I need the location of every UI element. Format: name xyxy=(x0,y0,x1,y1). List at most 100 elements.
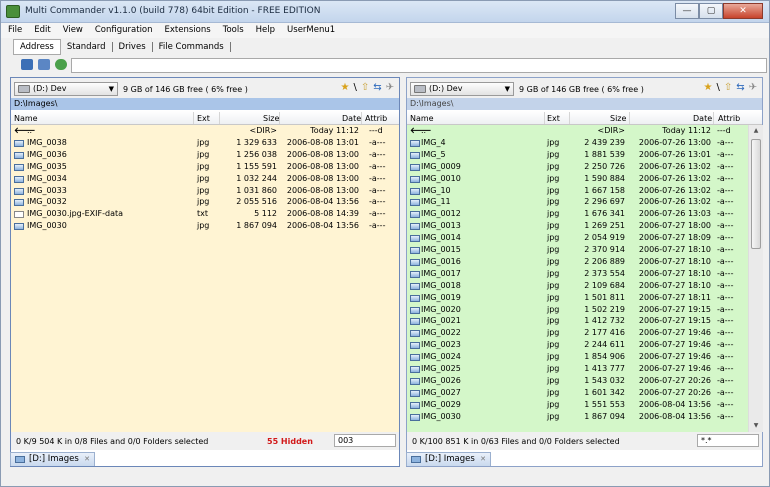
parent-dir-row[interactable]: 🡐.. <DIR> Today 11:12 ---d xyxy=(11,125,399,137)
file-row[interactable]: IMG_0018 jpg 2 109 684 2006-07-27 18:10 -a--… xyxy=(407,280,748,292)
right-panel-tab[interactable]: [D:] Images ✕ xyxy=(406,452,491,466)
tab-file-commands[interactable]: File Commands xyxy=(153,41,231,52)
file-row[interactable]: IMG_0016 jpg 2 206 889 2006-07-27 18:10 -a--… xyxy=(407,256,748,268)
file-size: 1 501 811 xyxy=(584,292,625,302)
file-attrib: -a--- xyxy=(717,268,734,278)
parent-folder-icon[interactable]: ⇧ xyxy=(361,83,369,93)
file-row[interactable]: IMG_0034 jpg 1 032 244 2006-08-08 13:00 -a--… xyxy=(11,173,399,185)
app-window: Multi Commander v1.1.0 (build 778) 64bit… xyxy=(0,0,770,487)
close-button[interactable]: ✕ xyxy=(723,3,763,19)
file-row[interactable]: IMG_0015 jpg 2 370 914 2006-07-27 18:10 -a--… xyxy=(407,244,748,256)
close-tab-icon[interactable]: ✕ xyxy=(84,453,90,466)
file-row[interactable]: IMG_0022 jpg 2 177 416 2006-07-27 19:46 -a--… xyxy=(407,327,748,339)
file-size: 2 373 554 xyxy=(584,268,625,278)
file-ext: jpg xyxy=(547,328,560,338)
file-row[interactable]: IMG_0013 jpg 1 269 251 2006-07-27 18:00 -a--… xyxy=(407,220,748,232)
file-row[interactable]: IMG_0019 jpg 1 501 811 2006-07-27 18:11 -a--… xyxy=(407,292,748,304)
col-attrib[interactable]: Attrib xyxy=(365,114,387,123)
file-row[interactable]: IMG_0035 jpg 1 155 591 2006-08-08 13:00 -a--… xyxy=(11,161,399,173)
menu-edit[interactable]: Edit xyxy=(27,23,55,38)
file-size: <DIR> xyxy=(597,126,625,135)
command-line-input[interactable] xyxy=(71,58,767,73)
right-path-bar[interactable]: D:\Images\ xyxy=(407,98,762,110)
tab-drives[interactable]: Drives xyxy=(113,41,153,52)
col-ext[interactable]: Ext xyxy=(197,114,210,123)
file-row[interactable]: IMG_0036 jpg 1 256 038 2006-08-08 13:00 -a--… xyxy=(11,149,399,161)
right-filter-input[interactable]: *.* xyxy=(697,434,759,447)
left-file-list[interactable]: 🡐.. <DIR> Today 11:12 ---d IMG_0038 jpg 1 329 … xyxy=(11,125,399,432)
col-size[interactable]: Size xyxy=(263,114,279,123)
file-size: 2 370 914 xyxy=(584,245,625,254)
left-drive-selector[interactable]: (D:) Dev ▼ xyxy=(14,82,118,96)
right-file-list[interactable]: 🡐.. <DIR> Today 11:12 ---d IMG_4 jpg 2 439 239… xyxy=(407,125,748,432)
col-name[interactable]: Name xyxy=(410,114,434,123)
file-row[interactable]: IMG_0023 jpg 2 244 611 2006-07-27 19:46 -a--… xyxy=(407,339,748,351)
swap-icon[interactable]: ⇆ xyxy=(373,83,381,93)
back-icon[interactable] xyxy=(21,59,33,70)
file-row[interactable]: IMG_0032 jpg 2 055 516 2006-08-04 13:56 -a--… xyxy=(11,196,399,208)
tab-address[interactable]: Address xyxy=(13,38,61,55)
file-row[interactable]: IMG_0030.jpg-EXIF-data txt 5 112 2006-08-08… xyxy=(11,208,399,220)
swap-icon[interactable]: ⇆ xyxy=(736,83,744,93)
right-scrollbar[interactable]: ▲ ▼ xyxy=(748,125,763,432)
file-row[interactable]: IMG_4 jpg 2 439 239 2006-07-26 13:00 -a--- xyxy=(407,137,748,149)
col-ext[interactable]: Ext xyxy=(547,114,560,123)
close-tab-icon[interactable]: ✕ xyxy=(480,453,486,466)
tab-standard[interactable]: Standard xyxy=(61,41,113,52)
menu-extensions[interactable]: Extensions xyxy=(158,23,216,38)
root-icon[interactable]: \ xyxy=(353,83,356,93)
file-row[interactable]: IMG_0030 jpg 1 867 094 2006-08-04 13:56 -a--… xyxy=(11,220,399,232)
file-row[interactable]: IMG_0027 jpg 1 601 342 2006-07-27 20:26 -a--… xyxy=(407,387,748,399)
file-row[interactable]: IMG_0021 jpg 1 412 732 2006-07-27 19:15 -a--… xyxy=(407,315,748,327)
col-date[interactable]: Date xyxy=(342,114,361,123)
scroll-thumb[interactable] xyxy=(751,139,761,249)
menu-usermenu1[interactable]: UserMenu1 xyxy=(280,23,340,38)
pin-icon[interactable]: ✈ xyxy=(749,83,757,93)
file-row[interactable]: IMG_0020 jpg 1 502 219 2006-07-27 19:15 -a--… xyxy=(407,304,748,316)
col-attrib[interactable]: Attrib xyxy=(718,114,740,123)
col-date[interactable]: Date xyxy=(693,114,712,123)
col-name[interactable]: Name xyxy=(14,114,38,123)
file-row[interactable]: IMG_11 jpg 2 296 697 2006-07-26 13:02 -a--- xyxy=(407,196,748,208)
file-row[interactable]: IMG_0012 jpg 1 676 341 2006-07-26 13:03 -a--… xyxy=(407,208,748,220)
left-panel-tab[interactable]: [D:] Images ✕ xyxy=(10,452,95,466)
scroll-down-icon[interactable]: ▼ xyxy=(750,420,762,432)
edit-icon[interactable] xyxy=(38,59,50,70)
menu-help[interactable]: Help xyxy=(249,23,280,38)
file-row[interactable]: IMG_0038 jpg 1 329 633 2006-08-08 13:01 -a--… xyxy=(11,137,399,149)
file-row[interactable]: IMG_0026 jpg 1 543 032 2006-07-27 20:26 -a--… xyxy=(407,375,748,387)
file-row[interactable]: IMG_0030 jpg 1 867 094 2006-08-04 13:56 -a--… xyxy=(407,411,748,423)
menu-file[interactable]: File xyxy=(1,23,27,38)
file-ext: jpg xyxy=(197,221,210,231)
left-path-bar[interactable]: D:\Images\ xyxy=(11,98,399,110)
right-drive-selector[interactable]: (D:) Dev ▼ xyxy=(410,82,514,96)
file-date: 2006-07-27 19:46 xyxy=(638,364,711,373)
pin-icon[interactable]: ✈ xyxy=(386,83,394,93)
file-row[interactable]: IMG_0025 jpg 1 413 777 2006-07-27 19:46 -a--… xyxy=(407,363,748,375)
col-size[interactable]: Size xyxy=(610,114,626,123)
globe-icon[interactable] xyxy=(55,59,67,70)
new-folder-icon[interactable]: ★ xyxy=(703,83,712,93)
menu-tools[interactable]: Tools xyxy=(216,23,249,38)
menu-configuration[interactable]: Configuration xyxy=(88,23,158,38)
file-row[interactable]: IMG_0033 jpg 1 031 860 2006-08-08 13:00 -a--… xyxy=(11,185,399,197)
parent-dir-row[interactable]: 🡐.. <DIR> Today 11:12 ---d xyxy=(407,125,748,137)
maximize-button[interactable]: ▢ xyxy=(699,3,723,19)
left-tab-label: [D:] Images xyxy=(29,454,79,464)
file-row[interactable]: IMG_5 jpg 1 881 539 2006-07-26 13:01 -a--- xyxy=(407,149,748,161)
file-row[interactable]: IMG_0024 jpg 1 854 906 2006-07-27 19:46 -a--… xyxy=(407,351,748,363)
minimize-button[interactable]: — xyxy=(675,3,699,19)
file-row[interactable]: IMG_0029 jpg 1 551 553 2006-08-04 13:56 -a--… xyxy=(407,399,748,411)
hidden-count[interactable]: 55 Hidden xyxy=(267,437,313,446)
new-folder-icon[interactable]: ★ xyxy=(340,83,349,93)
file-row[interactable]: IMG_0014 jpg 2 054 919 2006-07-27 18:09 -a--… xyxy=(407,232,748,244)
file-row[interactable]: IMG_10 jpg 1 667 158 2006-07-26 13:02 -a--- xyxy=(407,185,748,197)
file-row[interactable]: IMG_0017 jpg 2 373 554 2006-07-27 18:10 -a--… xyxy=(407,268,748,280)
root-icon[interactable]: \ xyxy=(716,83,719,93)
file-row[interactable]: IMG_0010 jpg 1 590 884 2006-07-26 13:02 -a--… xyxy=(407,173,748,185)
scroll-up-icon[interactable]: ▲ xyxy=(750,125,762,137)
menu-view[interactable]: View xyxy=(56,23,88,38)
left-filter-input[interactable]: 003 xyxy=(334,434,396,447)
parent-folder-icon[interactable]: ⇧ xyxy=(724,83,732,93)
file-row[interactable]: IMG_0009 jpg 2 250 726 2006-07-26 13:02 -a--… xyxy=(407,161,748,173)
